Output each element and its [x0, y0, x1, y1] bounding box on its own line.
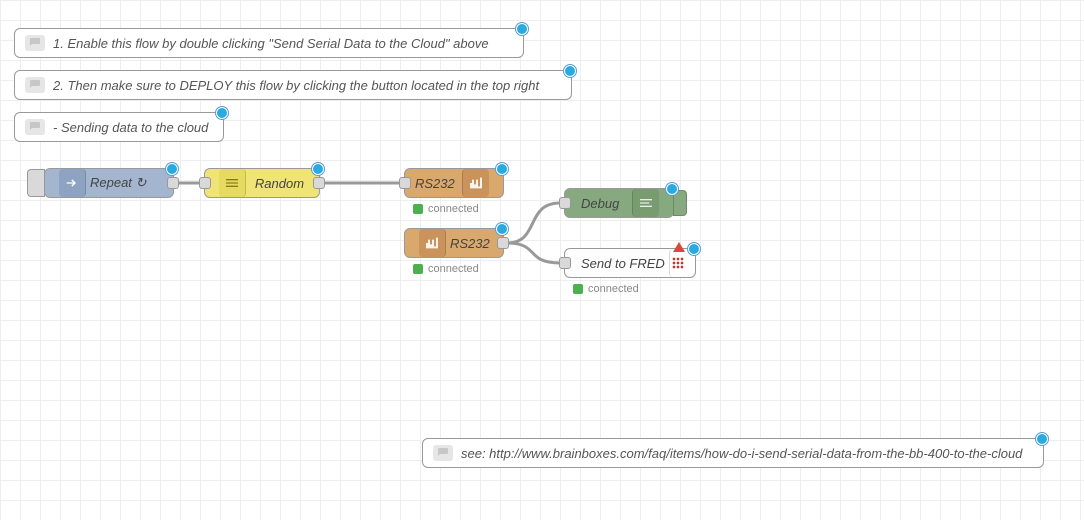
- status-dot-icon: [413, 204, 423, 214]
- node-changed-indicator: [496, 223, 508, 235]
- comment-text: 2. Then make sure to DEPLOY this flow by…: [53, 78, 561, 93]
- function-node-random[interactable]: Random: [204, 168, 320, 198]
- status-text: connected: [428, 263, 479, 275]
- node-label: Repeat ↻: [90, 175, 163, 191]
- fred-icon: [669, 249, 686, 277]
- node-label: Send to FRED: [575, 256, 665, 271]
- serial-icon: [419, 229, 446, 257]
- comment-text: see: http://www.brainboxes.com/faq/items…: [461, 446, 1033, 461]
- comment-icon: [25, 77, 45, 93]
- node-label: RS232: [450, 236, 493, 251]
- output-port[interactable]: [313, 177, 325, 189]
- node-label: Debug: [575, 196, 628, 211]
- input-port[interactable]: [199, 177, 211, 189]
- node-label: Random: [250, 176, 309, 191]
- node-label: RS232: [415, 176, 458, 191]
- comment-text: 1. Enable this flow by double clicking "…: [53, 36, 513, 51]
- node-status: connected: [413, 263, 479, 275]
- node-status: connected: [413, 203, 479, 215]
- status-text: connected: [588, 283, 639, 295]
- output-port[interactable]: [167, 177, 179, 189]
- debug-node[interactable]: Debug: [564, 188, 674, 218]
- status-dot-icon: [413, 264, 423, 274]
- inject-node-repeat[interactable]: Repeat ↻: [44, 168, 174, 198]
- serial-in-node[interactable]: RS232 connected: [404, 228, 504, 258]
- debug-icon: [632, 189, 659, 217]
- node-changed-indicator: [1036, 433, 1048, 445]
- node-changed-indicator: [166, 163, 178, 175]
- node-error-indicator: [673, 242, 685, 252]
- node-status: connected: [573, 283, 639, 295]
- node-changed-indicator: [312, 163, 324, 175]
- input-port[interactable]: [559, 197, 571, 209]
- status-text: connected: [428, 203, 479, 215]
- fred-node[interactable]: Send to FRED connected: [564, 248, 696, 278]
- node-changed-indicator: [688, 243, 700, 255]
- comment-icon: [25, 35, 45, 51]
- comment-text: - Sending data to the cloud: [53, 120, 213, 135]
- node-changed-indicator: [666, 183, 678, 195]
- input-port[interactable]: [399, 177, 411, 189]
- output-port[interactable]: [497, 237, 509, 249]
- node-changed-indicator: [496, 163, 508, 175]
- arrow-right-icon: [59, 169, 86, 197]
- comment-node-1[interactable]: 1. Enable this flow by double clicking "…: [14, 28, 524, 58]
- node-changed-indicator: [216, 107, 228, 119]
- status-dot-icon: [573, 284, 583, 294]
- comment-icon: [433, 445, 453, 461]
- serial-out-node[interactable]: RS232 connected: [404, 168, 504, 198]
- node-changed-indicator: [516, 23, 528, 35]
- inject-button[interactable]: [27, 169, 45, 197]
- serial-icon: [462, 169, 489, 197]
- comment-icon: [25, 119, 45, 135]
- comment-node-link[interactable]: see: http://www.brainboxes.com/faq/items…: [422, 438, 1044, 468]
- flow-canvas[interactable]: 1. Enable this flow by double clicking "…: [0, 0, 1084, 520]
- function-icon: [219, 169, 246, 197]
- node-changed-indicator: [564, 65, 576, 77]
- comment-node-3[interactable]: - Sending data to the cloud: [14, 112, 224, 142]
- comment-node-2[interactable]: 2. Then make sure to DEPLOY this flow by…: [14, 70, 572, 100]
- input-port[interactable]: [559, 257, 571, 269]
